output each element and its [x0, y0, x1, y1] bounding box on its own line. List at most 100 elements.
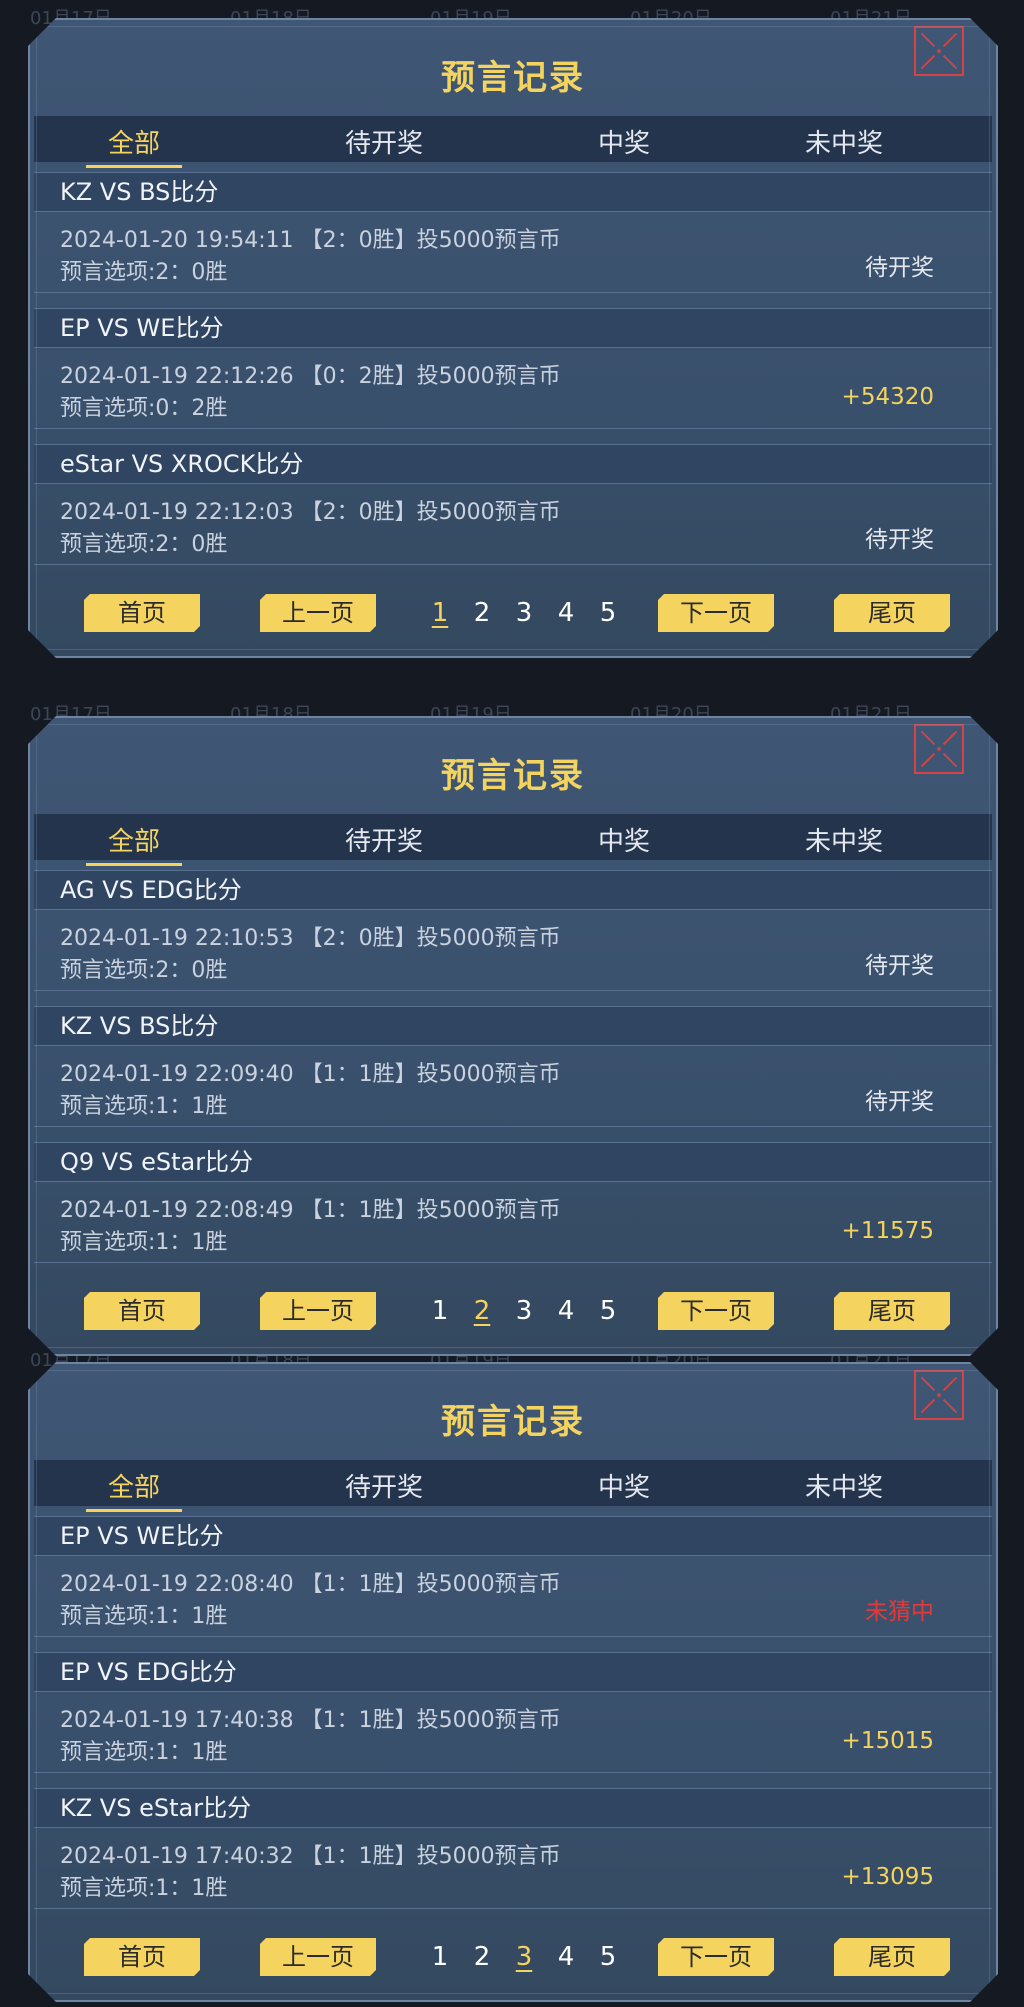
tab-won[interactable]: 中奖 [564, 1467, 684, 1504]
tab-all[interactable]: 全部 [86, 821, 182, 866]
record-item[interactable]: EP VS WE比分 2024-01-19 22:08:40 【1：1胜】投50… [34, 1516, 992, 1638]
close-button[interactable] [914, 724, 964, 774]
record-match-title: Q9 VS eStar比分 [34, 1142, 992, 1182]
page-number-link[interactable]: 1 [428, 1296, 452, 1326]
next-page-button[interactable]: 下一页 [658, 1292, 774, 1330]
record-item[interactable]: KZ VS eStar比分 2024-01-19 17:40:32 【1：1胜】… [34, 1788, 992, 1910]
record-prediction-option: 预言选项:1：1胜 [60, 1094, 228, 1119]
record-bet-detail: 2024-01-19 22:10:53 【2：0胜】投5000预言币 [60, 926, 561, 951]
record-prediction-option: 预言选项:1：1胜 [60, 1230, 228, 1255]
background-date-label: 01月22日 [1000, 1346, 1024, 1370]
record-match-title: AG VS EDG比分 [34, 870, 992, 910]
next-page-button[interactable]: 下一页 [658, 1938, 774, 1976]
tab-lost[interactable]: 未中奖 [784, 821, 904, 858]
last-page-button[interactable]: 尾页 [834, 1292, 950, 1330]
prev-page-button[interactable]: 上一页 [260, 1292, 376, 1330]
first-page-button[interactable]: 首页 [84, 1938, 200, 1976]
record-item[interactable]: EP VS WE比分 2024-01-19 22:12:26 【0：2胜】投50… [34, 308, 992, 430]
tab-pending[interactable]: 待开奖 [324, 821, 444, 858]
record-status: +54320 [841, 384, 934, 410]
tab-pending[interactable]: 待开奖 [324, 1467, 444, 1504]
record-item[interactable]: KZ VS BS比分 2024-01-19 22:09:40 【1：1胜】投50… [34, 1006, 992, 1128]
tab-all[interactable]: 全部 [86, 1467, 182, 1512]
tab-bar: 全部 待开奖 中奖 未中奖 [34, 814, 992, 866]
record-match-title: EP VS WE比分 [34, 1516, 992, 1556]
record-bet-detail: 2024-01-19 22:08:49 【1：1胜】投5000预言币 [60, 1198, 561, 1223]
panel-title: 预言记录 [441, 58, 585, 98]
page-number-link[interactable]: 4 [554, 1942, 578, 1972]
close-x-icon [920, 32, 958, 70]
page-number-link[interactable]: 3 [512, 598, 536, 628]
record-prediction-option: 预言选项:0：2胜 [60, 396, 228, 421]
last-page-button[interactable]: 尾页 [834, 594, 950, 632]
record-status: 待开奖 [865, 1089, 934, 1115]
prediction-record-panel: 预言记录 全部 待开奖 中奖 未中奖 AG VS EDG比分 2024-01-19 2… [28, 716, 998, 1356]
page-number-link[interactable]: 1 [428, 1942, 452, 1972]
page-number-link[interactable]: 5 [596, 1296, 620, 1326]
tab-pending[interactable]: 待开奖 [324, 123, 444, 160]
next-page-button[interactable]: 下一页 [658, 594, 774, 632]
first-page-button[interactable]: 首页 [84, 1292, 200, 1330]
record-status: +15015 [841, 1728, 934, 1754]
page-number-link[interactable]: 5 [596, 1942, 620, 1972]
page-number-link[interactable]: 3 [512, 1296, 536, 1326]
page-number-link[interactable]: 5 [596, 598, 620, 628]
record-status: +13095 [841, 1864, 934, 1890]
record-match-title: EP VS EDG比分 [34, 1652, 992, 1692]
record-item[interactable]: EP VS EDG比分 2024-01-19 17:40:38 【1：1胜】投5… [34, 1652, 992, 1774]
tab-lost[interactable]: 未中奖 [784, 123, 904, 160]
tab-won[interactable]: 中奖 [564, 123, 684, 160]
record-prediction-option: 预言选项:2：0胜 [60, 260, 228, 285]
page-number-link[interactable]: 2 [470, 598, 494, 628]
close-button[interactable] [914, 26, 964, 76]
pagination: 首页 上一页 1 2 3 4 5 下一页 尾页 [30, 594, 996, 634]
record-bet-detail: 2024-01-19 22:12:26 【0：2胜】投5000预言币 [60, 364, 561, 389]
prev-page-button[interactable]: 上一页 [260, 1938, 376, 1976]
page-number-link[interactable]: 4 [554, 598, 578, 628]
prev-page-button[interactable]: 上一页 [260, 594, 376, 632]
record-divider [34, 292, 992, 293]
record-divider [34, 564, 992, 565]
record-divider [34, 1262, 992, 1263]
record-match-title: KZ VS eStar比分 [34, 1788, 992, 1828]
record-divider [34, 990, 992, 991]
record-item[interactable]: KZ VS BS比分 2024-01-20 19:54:11 【2：0胜】投50… [34, 172, 992, 294]
record-divider [34, 1772, 992, 1773]
record-status: 待开奖 [865, 953, 934, 979]
record-bet-detail: 2024-01-19 22:08:40 【1：1胜】投5000预言币 [60, 1572, 561, 1597]
close-button[interactable] [914, 1370, 964, 1420]
page-number-link[interactable]: 1 [428, 598, 452, 628]
tab-all[interactable]: 全部 [86, 123, 182, 168]
tab-won[interactable]: 中奖 [564, 821, 684, 858]
first-page-button[interactable]: 首页 [84, 594, 200, 632]
page-number-link[interactable]: 4 [554, 1296, 578, 1326]
tab-bar: 全部 待开奖 中奖 未中奖 [34, 116, 992, 168]
record-item[interactable]: AG VS EDG比分 2024-01-19 22:10:53 【2：0胜】投5… [34, 870, 992, 992]
tab-bar: 全部 待开奖 中奖 未中奖 [34, 1460, 992, 1512]
record-divider [34, 1908, 992, 1909]
tab-lost[interactable]: 未中奖 [784, 1467, 904, 1504]
panel-title: 预言记录 [441, 756, 585, 796]
close-x-icon [920, 730, 958, 768]
record-match-title: eStar VS XROCK比分 [34, 444, 992, 484]
page-number-link[interactable]: 3 [512, 1942, 536, 1972]
background-date-label: 01月22日 [1000, 4, 1024, 28]
record-bet-detail: 2024-01-19 17:40:32 【1：1胜】投5000预言币 [60, 1844, 561, 1869]
record-bet-detail: 2024-01-19 22:12:03 【2：0胜】投5000预言币 [60, 500, 561, 525]
record-match-title: KZ VS BS比分 [34, 1006, 992, 1046]
record-bet-detail: 2024-01-20 19:54:11 【2：0胜】投5000预言币 [60, 228, 561, 253]
record-match-title: KZ VS BS比分 [34, 172, 992, 212]
prediction-record-panel: 预言记录 全部 待开奖 中奖 未中奖 EP VS WE比分 2024-01-19 22… [28, 1362, 998, 2002]
page-number-link[interactable]: 2 [470, 1296, 494, 1326]
record-divider [34, 1126, 992, 1127]
record-item[interactable]: eStar VS XROCK比分 2024-01-19 22:12:03 【2：… [34, 444, 992, 566]
record-status: 未猜中 [865, 1599, 934, 1625]
page-number-link[interactable]: 2 [470, 1942, 494, 1972]
last-page-button[interactable]: 尾页 [834, 1938, 950, 1976]
background-date-label: 01月22日 [1000, 700, 1024, 724]
record-prediction-option: 预言选项:1：1胜 [60, 1604, 228, 1629]
record-match-title: EP VS WE比分 [34, 308, 992, 348]
record-item[interactable]: Q9 VS eStar比分 2024-01-19 22:08:49 【1：1胜】… [34, 1142, 992, 1264]
record-bet-detail: 2024-01-19 17:40:38 【1：1胜】投5000预言币 [60, 1708, 561, 1733]
pagination: 首页 上一页 1 2 3 4 5 下一页 尾页 [30, 1292, 996, 1332]
